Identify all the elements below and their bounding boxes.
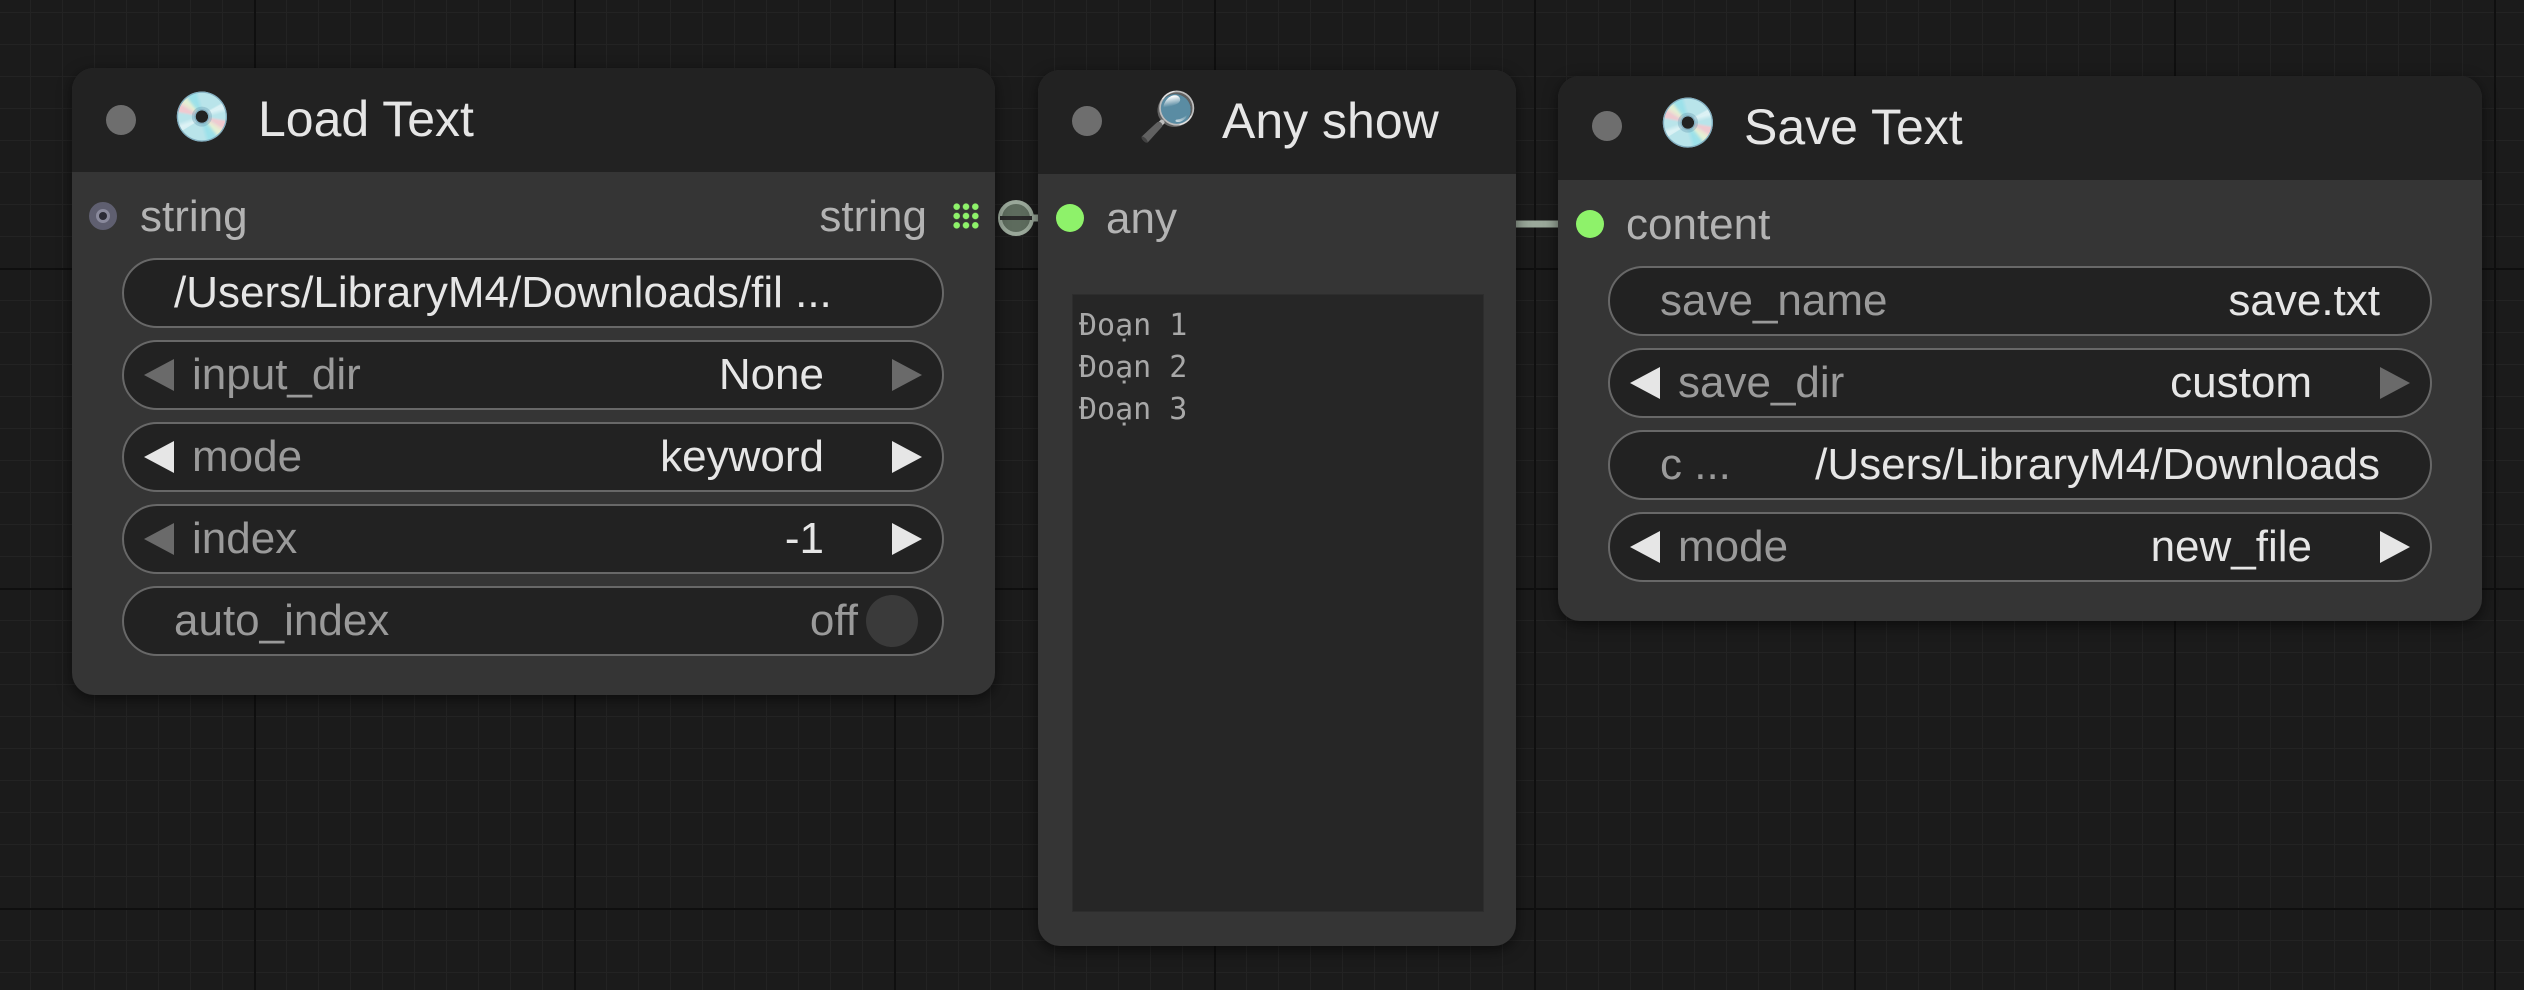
cd-icon: 💿 <box>172 91 232 144</box>
increment-arrow-icon[interactable] <box>2380 367 2410 399</box>
text-line: Đoạn 2 <box>1079 350 1188 385</box>
save-name-field[interactable]: save_name save.txt <box>1608 266 2432 336</box>
save-name-value: save.txt <box>2228 276 2380 325</box>
any-show-header[interactable]: 🔎 Any show <box>1038 70 1516 174</box>
mode-label: mode <box>1678 522 1789 571</box>
input-slot-any[interactable] <box>1056 204 1084 232</box>
cd-icon: 💿 <box>1658 97 1718 150</box>
mode-combo[interactable]: mode keyword <box>122 422 944 492</box>
input-slot-label: any <box>1106 194 1177 243</box>
toggle-knob[interactable] <box>866 595 918 647</box>
save-text-header[interactable]: 💿 Save Text <box>1558 76 2482 180</box>
increment-arrow-icon[interactable] <box>892 523 922 555</box>
node-title: Load Text <box>258 91 474 147</box>
input-slot-string[interactable] <box>89 202 117 230</box>
increment-arrow-icon[interactable] <box>892 441 922 473</box>
decrement-arrow-icon[interactable] <box>1630 367 1660 399</box>
auto-index-toggle[interactable]: auto_index off <box>122 586 944 656</box>
save-text-node[interactable]: 💿 Save Text content save_name save.txt s… <box>1558 76 2482 621</box>
collapse-dot[interactable] <box>1072 106 1102 136</box>
input-dir-value: None <box>718 350 824 399</box>
output-slot-grid-icon[interactable] <box>952 202 980 230</box>
path-field[interactable]: /Users/LibraryM4/Downloads/fil ... <box>122 258 944 328</box>
input-slot-label: string <box>140 192 248 241</box>
collapse-dot[interactable] <box>106 105 136 135</box>
auto-index-label: auto_index <box>174 596 390 645</box>
output-slot-label: string <box>819 192 927 241</box>
decrement-arrow-icon[interactable] <box>144 441 174 473</box>
text-line: Đoạn 1 <box>1079 308 1188 343</box>
output-text-area[interactable]: Đoạn 1 Đoạn 2 Đoạn 3 <box>1072 294 1484 912</box>
increment-arrow-icon[interactable] <box>892 359 922 391</box>
input-dir-label: input_dir <box>192 350 361 399</box>
load-text-header[interactable]: 💿 Load Text <box>72 68 995 172</box>
decrement-arrow-icon[interactable] <box>144 359 174 391</box>
magnifier-icon: 🔎 <box>1138 91 1198 144</box>
mode-value: new_file <box>2150 522 2312 571</box>
node-title: Save Text <box>1744 99 1963 155</box>
save-dir-combo[interactable]: save_dir custom <box>1608 348 2432 418</box>
mode-combo[interactable]: mode new_file <box>1608 512 2432 582</box>
decrement-arrow-icon[interactable] <box>144 523 174 555</box>
input-slot-label: content <box>1626 200 1771 249</box>
decrement-arrow-icon[interactable] <box>1630 531 1660 563</box>
mode-value: keyword <box>660 432 824 481</box>
input-slot-content[interactable] <box>1576 210 1604 238</box>
increment-arrow-icon[interactable] <box>2380 531 2410 563</box>
load-text-node[interactable]: 💿 Load Text string string /Users/Library… <box>72 68 995 695</box>
node-title: Any show <box>1222 93 1439 149</box>
custom-dir-label: c ... <box>1660 440 1731 489</box>
index-number[interactable]: index -1 <box>122 504 944 574</box>
collapse-dot[interactable] <box>1592 111 1622 141</box>
input-dir-combo[interactable]: input_dir None <box>122 340 944 410</box>
mode-label: mode <box>192 432 303 481</box>
save-dir-value: custom <box>2170 358 2312 407</box>
save-name-label: save_name <box>1660 276 1888 325</box>
auto-index-value: off <box>809 596 858 645</box>
save-dir-label: save_dir <box>1678 358 1845 407</box>
index-label: index <box>192 514 298 563</box>
custom-dir-value: /Users/LibraryM4/Downloads <box>1815 440 2380 489</box>
path-value: /Users/LibraryM4/Downloads/fil ... <box>174 268 832 317</box>
index-value: -1 <box>784 514 824 563</box>
custom-dir-field[interactable]: c ... /Users/LibraryM4/Downloads <box>1608 430 2432 500</box>
any-show-node[interactable]: 🔎 Any show any Đoạn 1 Đoạn 2 Đoạn 3 <box>1038 70 1516 946</box>
text-line: Đoạn 3 <box>1079 392 1188 427</box>
